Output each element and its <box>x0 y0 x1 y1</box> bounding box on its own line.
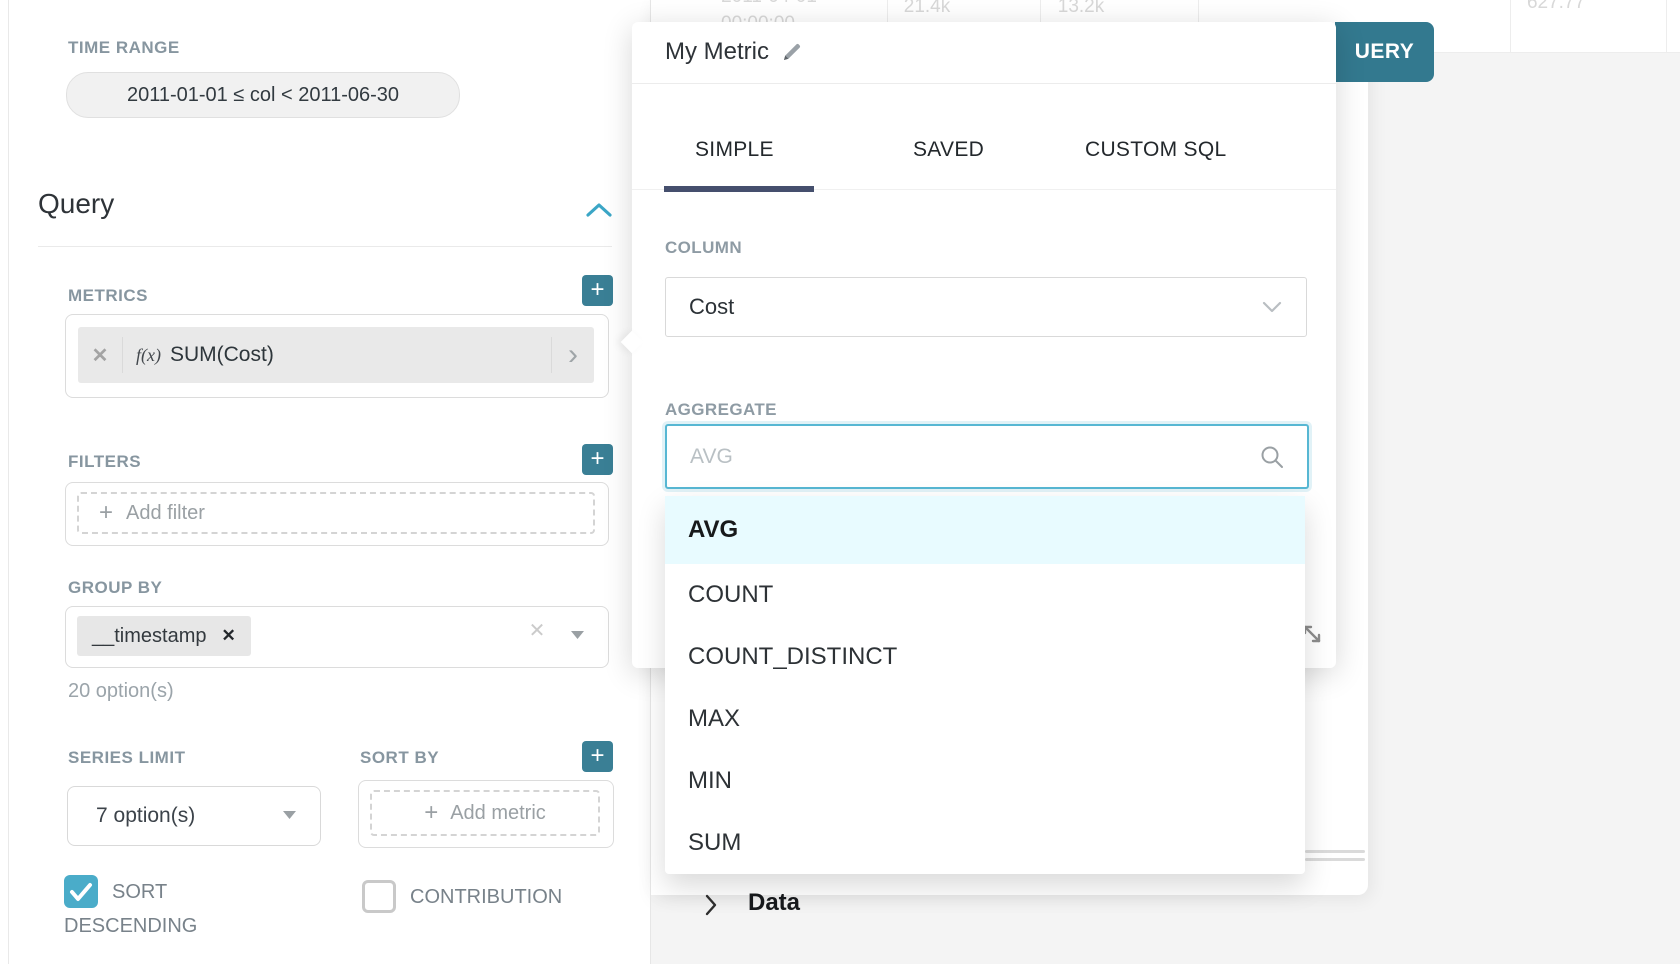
data-section-label[interactable]: Data <box>748 889 800 917</box>
add-sort-metric-plus-button[interactable]: + <box>582 741 613 772</box>
table-cell-value: 627.77 <box>1516 0 1596 14</box>
pane-resize-handle[interactable] <box>1305 850 1365 853</box>
pane-resize-handle[interactable] <box>1305 858 1365 861</box>
tab-saved[interactable]: SAVED <box>913 138 984 162</box>
add-filter-button-label: Add filter <box>126 502 205 525</box>
caret-down-icon <box>282 810 297 820</box>
metric-expand-chevron-icon[interactable]: › <box>552 329 594 381</box>
metric-pill[interactable]: ✕ f(x) SUM(Cost) › <box>78 327 594 383</box>
aggregate-options-dropdown: AVG COUNT COUNT_DISTINCT MAX MIN SUM <box>665 496 1305 874</box>
aggregate-input-wrap <box>665 424 1309 489</box>
section-divider <box>38 246 612 247</box>
aggregate-label: AGGREGATE <box>665 400 777 420</box>
option-avg[interactable]: AVG <box>665 496 1305 564</box>
add-filter-button[interactable]: + Add filter <box>77 492 595 534</box>
group-by-label: GROUP BY <box>68 578 162 598</box>
clear-select-icon[interactable]: ✕ <box>524 618 550 643</box>
series-limit-value: 7 option(s) <box>96 804 195 828</box>
tab-simple[interactable]: SIMPLE <box>695 138 774 162</box>
active-tab-underline <box>664 186 814 192</box>
column-select-value: Cost <box>689 294 1262 320</box>
aggregate-input[interactable] <box>688 444 1259 470</box>
remove-metric-icon[interactable]: ✕ <box>78 343 122 368</box>
pill-separator <box>122 337 123 373</box>
metric-title: My Metric <box>665 38 769 66</box>
option-count[interactable]: COUNT <box>665 564 1305 626</box>
data-section-chevron-right-icon[interactable] <box>704 894 718 916</box>
column-select[interactable]: Cost <box>665 277 1307 337</box>
group-by-tag-value: __timestamp <box>92 625 207 648</box>
remove-tag-icon[interactable]: ✕ <box>222 626 236 646</box>
table-cell-date: 2011-04-01 <box>703 0 835 8</box>
plus-icon: + <box>424 799 438 827</box>
sort-descending-control: SORT DESCENDING <box>64 875 304 943</box>
sort-by-label: SORT BY <box>360 748 439 768</box>
edit-pencil-icon[interactable] <box>781 41 803 63</box>
table-column-border <box>1666 0 1667 52</box>
explore-screen: TIME RANGE 2011-01-01 ≤ col < 2011-06-30… <box>0 0 1680 964</box>
plus-icon: + <box>99 499 113 527</box>
table-cell-value: 21.4k <box>890 0 964 18</box>
sort-descending-label: SORT DESCENDING <box>64 875 304 943</box>
option-min[interactable]: MIN <box>665 750 1305 812</box>
metrics-label: METRICS <box>68 286 148 306</box>
add-sort-metric-button-label: Add metric <box>450 802 546 825</box>
function-icon: f(x) <box>136 345 161 366</box>
caret-down-icon[interactable] <box>570 630 585 640</box>
query-section-title: Query <box>38 188 114 220</box>
popover-header: My Metric <box>665 38 803 66</box>
option-count-distinct[interactable]: COUNT_DISTINCT <box>665 626 1305 688</box>
collapse-chevron-up-icon[interactable] <box>586 202 612 218</box>
left-edge-divider <box>8 0 9 964</box>
add-sort-metric-button[interactable]: + Add metric <box>370 790 600 836</box>
query-control-panel: TIME RANGE 2011-01-01 ≤ col < 2011-06-30… <box>0 0 650 964</box>
check-icon <box>64 875 98 908</box>
chevron-down-icon <box>1262 301 1282 313</box>
filters-label: FILTERS <box>68 452 141 472</box>
option-max[interactable]: MAX <box>665 688 1305 750</box>
option-sum[interactable]: SUM <box>665 812 1305 874</box>
tab-custom-sql[interactable]: CUSTOM SQL <box>1085 138 1226 162</box>
contribution-control: CONTRIBUTION <box>362 880 652 914</box>
column-label: COLUMN <box>665 238 742 258</box>
time-range-label: TIME RANGE <box>68 38 180 58</box>
metric-name: SUM(Cost) <box>170 343 551 367</box>
run-query-button[interactable]: UERY <box>1335 22 1434 82</box>
group-by-options-hint: 20 option(s) <box>68 680 174 703</box>
time-range-pill[interactable]: 2011-01-01 ≤ col < 2011-06-30 <box>66 72 460 118</box>
contribution-checkbox[interactable] <box>362 880 396 913</box>
table-column-border <box>1510 0 1511 52</box>
sort-descending-checkbox[interactable] <box>64 875 98 908</box>
series-limit-label: SERIES LIMIT <box>68 748 185 768</box>
add-metric-plus-button[interactable]: + <box>582 275 613 306</box>
add-filter-plus-button[interactable]: + <box>582 444 613 475</box>
popover-header-divider <box>632 83 1336 84</box>
contribution-label: CONTRIBUTION <box>362 880 652 914</box>
search-icon <box>1259 444 1285 470</box>
group-by-tag: __timestamp ✕ <box>77 616 251 656</box>
table-cell-value: 13.2k <box>1044 0 1118 18</box>
